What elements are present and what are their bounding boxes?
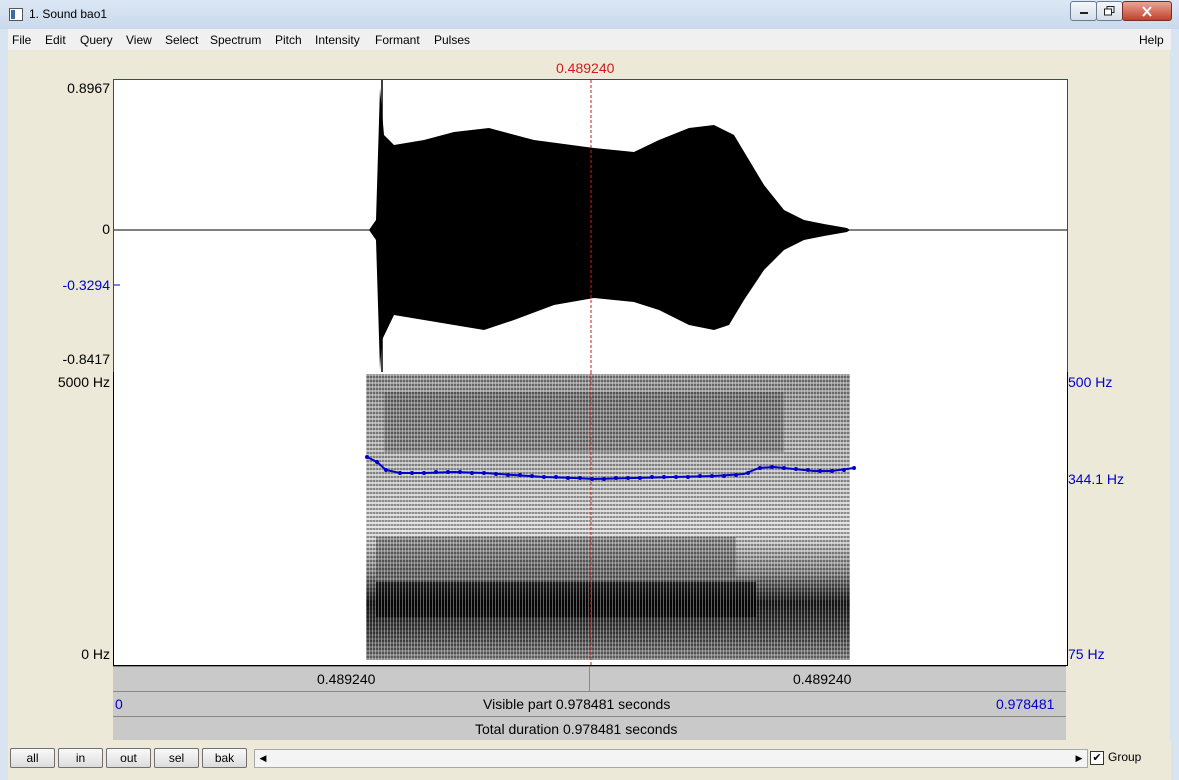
spec-freq-bottom-label: 0 Hz xyxy=(81,646,110,662)
total-duration-bar[interactable]: Total duration 0.978481 seconds xyxy=(113,716,1066,741)
wave-ymin-label: -0.8417 xyxy=(62,351,110,367)
zoom-all-button[interactable]: all xyxy=(10,748,55,768)
pitch-value-label: 344.1 Hz xyxy=(1068,471,1125,487)
menu-intensity[interactable]: Intensity xyxy=(315,33,360,47)
menu-bar: File Edit Query View Select Spectrum Pit… xyxy=(8,29,1171,50)
wave-yzero-label: 0 xyxy=(102,221,110,237)
bottom-toolbar: all in out sel bak ◀ ▶ ✔ Group xyxy=(8,740,1171,780)
waveform-envelope xyxy=(369,88,850,370)
menu-pitch[interactable]: Pitch xyxy=(275,33,302,47)
visible-part-label: Visible part 0.978481 seconds xyxy=(483,696,671,712)
wave-cursor-value-label: -0.3294 xyxy=(62,277,110,293)
pitch-bottom-label: 75 Hz xyxy=(1068,646,1105,662)
minimize-button[interactable] xyxy=(1070,1,1097,21)
menu-spectrum[interactable]: Spectrum xyxy=(210,33,261,47)
menu-formant[interactable]: Formant xyxy=(375,33,420,47)
time-scrollbar[interactable]: ◀ ▶ xyxy=(254,749,1088,768)
total-duration-label: Total duration 0.978481 seconds xyxy=(475,721,678,737)
menu-file[interactable]: File xyxy=(12,33,31,47)
pulse-striations xyxy=(366,374,850,660)
waveform-panel[interactable] xyxy=(113,79,1068,373)
scroll-right-arrow-icon[interactable]: ▶ xyxy=(1071,750,1087,767)
praat-sound-window: 1. Sound bao1 File Edit Query View Selec… xyxy=(0,0,1179,780)
title-bar[interactable]: 1. Sound bao1 xyxy=(0,0,1179,29)
spectrogram-panel[interactable] xyxy=(113,372,1068,666)
cursor-time-bar[interactable]: 0.489240 0.489240 xyxy=(113,666,1066,691)
window-title: 1. Sound bao1 xyxy=(29,7,108,21)
time-bar-divider xyxy=(589,667,590,691)
cursor-time-label: 0.489240 xyxy=(556,60,615,76)
cursor-time-right: 0.489240 xyxy=(793,671,852,687)
close-icon xyxy=(1142,5,1152,17)
zoom-in-button[interactable]: in xyxy=(58,748,103,768)
cursor-time-left: 0.489240 xyxy=(317,671,376,687)
zoom-back-button[interactable]: bak xyxy=(202,748,247,768)
maximize-button[interactable] xyxy=(1096,1,1123,21)
menu-pulses[interactable]: Pulses xyxy=(434,33,470,47)
close-button[interactable] xyxy=(1122,1,1172,21)
menu-view[interactable]: View xyxy=(126,33,152,47)
zoom-out-button[interactable]: out xyxy=(106,748,151,768)
spec-freq-top-label: 5000 Hz xyxy=(57,374,110,390)
restore-icon xyxy=(1104,6,1115,16)
group-label: Group xyxy=(1108,750,1142,764)
zoom-selection-button[interactable]: sel xyxy=(154,748,199,768)
visible-end-label: 0.978481 xyxy=(996,696,1055,712)
pitch-top-label: 500 Hz xyxy=(1068,374,1113,390)
window-controls xyxy=(1070,1,1172,21)
scroll-left-arrow-icon[interactable]: ◀ xyxy=(255,750,271,767)
wave-ymax-label: 0.8967 xyxy=(67,80,110,96)
minimize-icon xyxy=(1079,12,1088,14)
waveform-plot xyxy=(114,80,1067,372)
spectrogram-plot xyxy=(365,372,856,665)
visible-start-label: 0 xyxy=(115,696,123,712)
menu-help[interactable]: Help xyxy=(1139,33,1164,47)
menu-edit[interactable]: Edit xyxy=(45,33,66,47)
app-icon xyxy=(9,8,23,21)
group-checkbox[interactable]: ✔ xyxy=(1090,751,1104,765)
menu-select[interactable]: Select xyxy=(165,33,198,47)
menu-query[interactable]: Query xyxy=(80,33,113,47)
visible-part-bar[interactable]: 0 Visible part 0.978481 seconds 0.978481 xyxy=(113,691,1066,716)
